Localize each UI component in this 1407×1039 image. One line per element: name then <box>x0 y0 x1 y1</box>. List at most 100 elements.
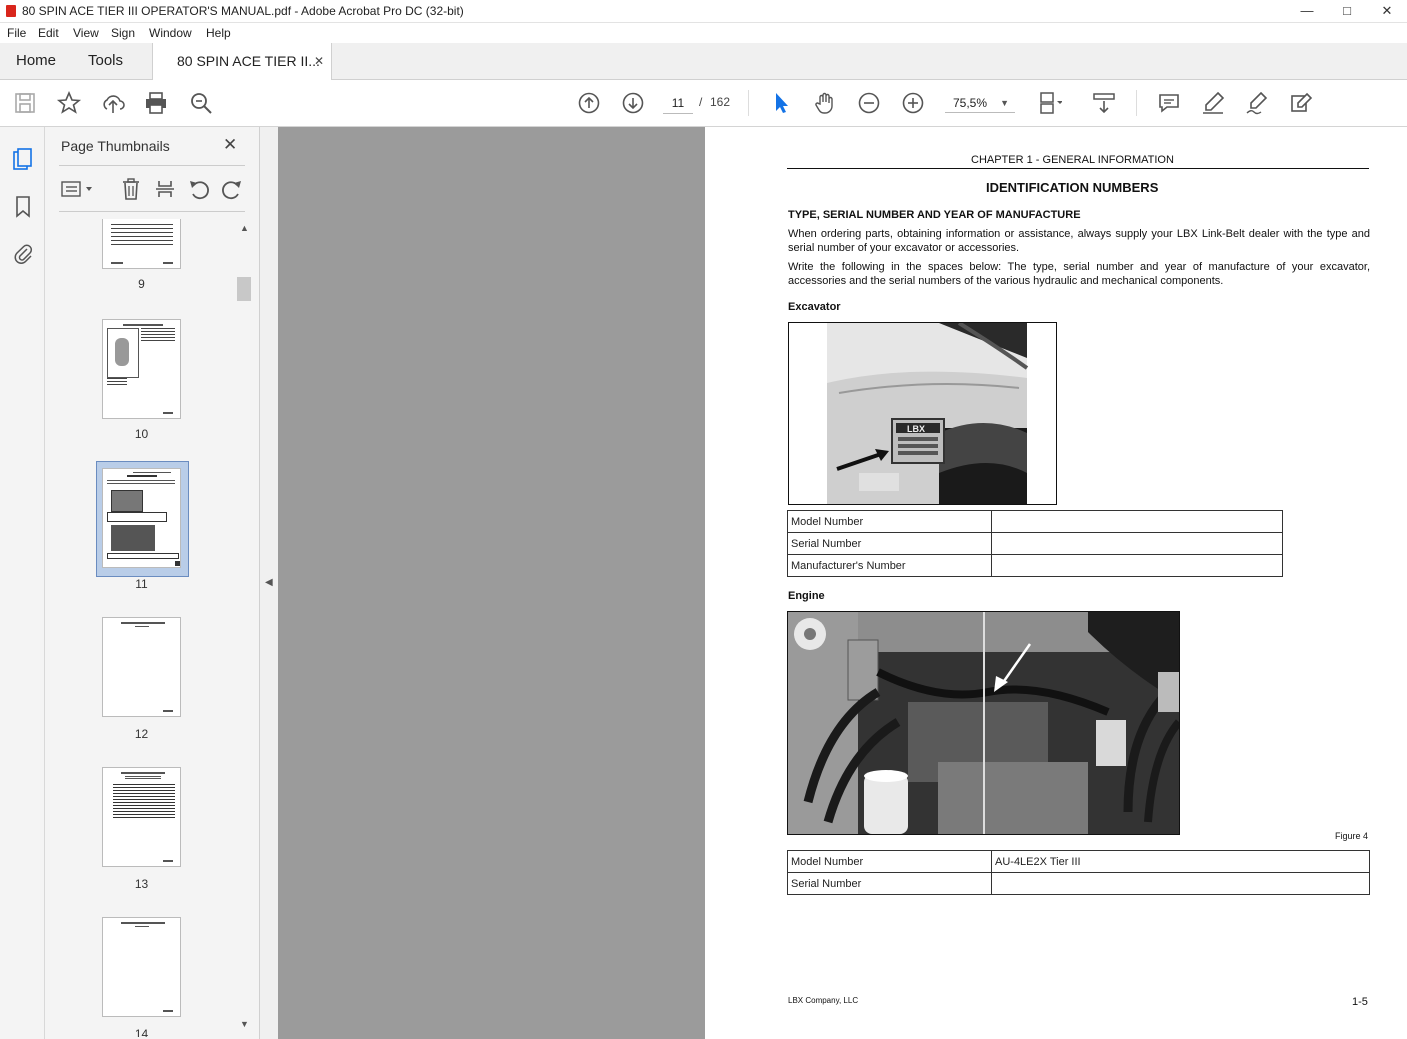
find-zoom-icon[interactable] <box>188 90 214 116</box>
thumbnail-number: 9 <box>138 277 145 291</box>
bookmarks-icon[interactable] <box>14 195 32 219</box>
highlight-pen-icon[interactable] <box>1200 90 1226 116</box>
page-thumbnails-icon[interactable] <box>12 147 34 173</box>
menu-bar: File Edit View Sign Window Help <box>0 23 1407 43</box>
maximize-button[interactable]: □ <box>1327 0 1367 22</box>
tab-close-icon[interactable]: ✕ <box>314 43 324 79</box>
insert-page-icon[interactable] <box>155 177 175 201</box>
table-cell-label: Serial Number <box>787 872 992 895</box>
footer-page-number: 1-5 <box>1352 996 1368 1008</box>
menu-file[interactable]: File <box>7 26 26 40</box>
thumbnail-page-13[interactable] <box>102 767 181 867</box>
serial-number-field[interactable] <box>991 532 1283 555</box>
footer-company: LBX Company, LLC <box>788 996 859 1005</box>
engine-model-field[interactable]: AU-4LE2X Tier III <box>991 850 1370 873</box>
window-title: 80 SPIN ACE TIER III OPERATOR'S MANUAL.p… <box>22 4 464 18</box>
engine-photo <box>787 611 1180 835</box>
thumbnail-page-12[interactable] <box>102 617 181 717</box>
engine-id-table: Model Number AU-4LE2X Tier III Serial Nu… <box>787 850 1370 895</box>
chevron-down-icon: ▼ <box>1000 98 1009 108</box>
scroll-mode-icon[interactable] <box>1091 90 1117 116</box>
scroll-down-icon[interactable]: ▼ <box>240 1019 249 1029</box>
tab-tools[interactable]: Tools <box>88 43 123 79</box>
intro-paragraph: When ordering parts, obtaining informati… <box>788 228 1370 254</box>
toolbar-divider <box>1136 90 1137 116</box>
zoom-out-icon[interactable] <box>856 90 882 116</box>
menu-view[interactable]: View <box>73 26 99 40</box>
comment-icon[interactable] <box>1156 90 1182 116</box>
tab-document-label: 80 SPIN ACE TIER II... <box>177 53 320 69</box>
figure-caption: Figure 4 <box>1335 831 1369 841</box>
engine-label: Engine <box>788 590 825 602</box>
panel-divider <box>59 211 245 212</box>
section-subheading: TYPE, SERIAL NUMBER AND YEAR OF MANUFACT… <box>788 209 1081 221</box>
previous-page-icon[interactable] <box>576 90 602 116</box>
page-number-input[interactable]: 11 <box>663 93 693 114</box>
menu-help[interactable]: Help <box>206 26 231 40</box>
document-canvas-background <box>278 127 705 1039</box>
tab-bar: Home Tools 80 SPIN ACE TIER II... ✕ <box>0 43 1407 80</box>
toolbar: 11 / 162 75,5% ▼ <box>0 80 1407 127</box>
bookmark-star-icon[interactable] <box>56 90 82 116</box>
zoom-level-value: 75,5% <box>953 96 988 110</box>
table-cell-label: Model Number <box>787 510 992 533</box>
upload-cloud-icon[interactable] <box>100 90 126 116</box>
print-icon[interactable] <box>143 90 169 116</box>
toolbar-divider <box>748 90 749 116</box>
acrobat-logo-icon <box>6 5 16 17</box>
manufacturer-number-field[interactable] <box>991 554 1283 577</box>
zoom-in-icon[interactable] <box>900 90 926 116</box>
thumbnails-list: 9 10 11 12 13 14 <box>45 219 235 1037</box>
hand-tool-icon[interactable] <box>812 90 838 116</box>
next-page-icon[interactable] <box>620 90 646 116</box>
excavator-id-table: Model Number Serial Number Manufacturer'… <box>787 510 1283 577</box>
panel-collapse-handle[interactable]: ◀ <box>260 127 278 1039</box>
tab-document[interactable]: 80 SPIN ACE TIER II... ✕ <box>152 43 332 80</box>
thumbnails-scrollbar[interactable]: ▲ ▼ <box>236 219 252 1037</box>
thumbnail-number: 12 <box>134 727 149 741</box>
page-separator: / <box>699 95 703 109</box>
sign-pen-icon[interactable] <box>1244 90 1270 116</box>
title-bar: 80 SPIN ACE TIER III OPERATOR'S MANUAL.p… <box>0 0 1407 23</box>
thumbnail-options-icon[interactable] <box>61 179 95 199</box>
thumbnail-number: 14 <box>134 1027 149 1037</box>
menu-sign[interactable]: Sign <box>111 26 135 40</box>
thumbnail-page-10[interactable] <box>102 319 181 419</box>
thumbnail-page-11[interactable] <box>102 468 181 568</box>
page-heading: IDENTIFICATION NUMBERS <box>986 180 1159 195</box>
select-cursor-icon[interactable] <box>768 90 794 116</box>
menu-edit[interactable]: Edit <box>38 26 59 40</box>
delete-page-icon[interactable] <box>121 177 141 201</box>
scrollbar-thumb[interactable] <box>237 277 251 301</box>
thumbnail-number: 10 <box>134 427 149 441</box>
model-number-field[interactable] <box>991 510 1283 533</box>
minimize-button[interactable]: — <box>1287 0 1327 22</box>
page-display-icon[interactable] <box>1036 90 1063 116</box>
close-window-button[interactable]: ✕ <box>1367 0 1407 22</box>
edit-pdf-icon[interactable] <box>1288 90 1314 116</box>
header-rule <box>787 168 1369 169</box>
instruction-paragraph: Write the following in the spaces below:… <box>788 261 1370 287</box>
menu-window[interactable]: Window <box>149 26 192 40</box>
plate-logo-text: LBX <box>907 424 925 434</box>
rotate-counterclockwise-icon[interactable] <box>188 177 210 201</box>
attachments-icon[interactable] <box>12 241 34 265</box>
thumbnails-panel: Page Thumbnails ✕ 9 10 11 12 13 14 ▲ ▼ <box>45 127 260 1039</box>
table-cell-label: Model Number <box>787 850 992 873</box>
thumbnail-page-14[interactable] <box>102 917 181 1017</box>
panel-divider <box>59 165 245 166</box>
panel-close-icon[interactable]: ✕ <box>223 135 237 155</box>
pdf-page: CHAPTER 1 - GENERAL INFORMATION IDENTIFI… <box>705 127 1407 1039</box>
tab-home[interactable]: Home <box>16 43 56 79</box>
collapse-arrow-icon[interactable]: ◀ <box>265 577 273 588</box>
navigation-rail <box>0 127 45 1039</box>
table-cell-label: Serial Number <box>787 532 992 555</box>
thumbnail-page-9[interactable] <box>102 219 181 269</box>
scroll-up-icon[interactable]: ▲ <box>240 223 249 233</box>
rotate-clockwise-icon[interactable] <box>221 177 243 201</box>
excavator-plate-photo: LBX <box>788 322 1057 505</box>
engine-serial-field[interactable] <box>991 872 1370 895</box>
page-total: 162 <box>710 95 731 109</box>
zoom-level-select[interactable]: 75,5% ▼ <box>945 93 1015 113</box>
save-icon[interactable] <box>12 90 38 116</box>
